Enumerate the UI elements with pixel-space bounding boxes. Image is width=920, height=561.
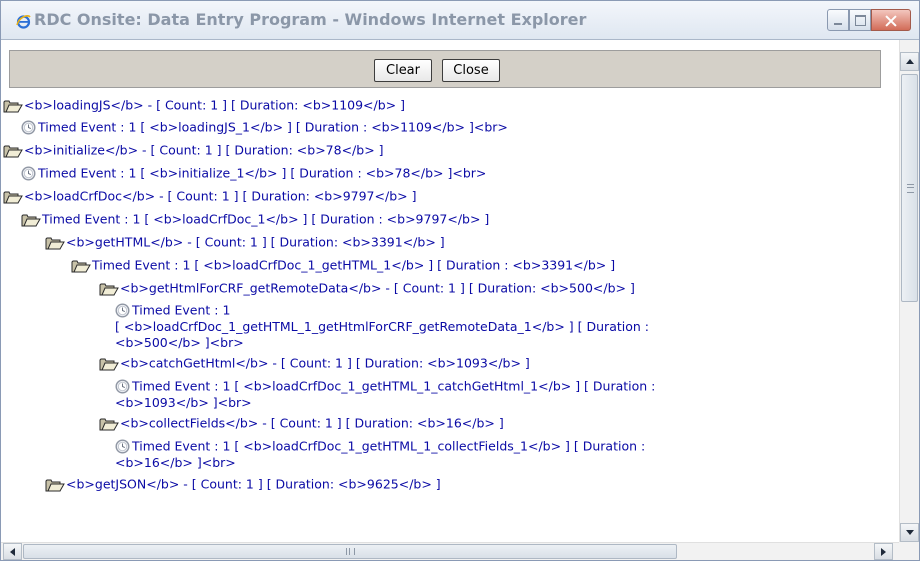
scroll-corner [899, 542, 919, 560]
folder-open-icon [3, 99, 23, 113]
scroll-down-button[interactable] [900, 523, 919, 542]
scroll-left-button[interactable] [3, 543, 22, 560]
folder-open-icon [45, 236, 65, 250]
close-window-button[interactable] [871, 9, 911, 31]
folder-open-icon [3, 190, 23, 204]
vertical-scrollbar[interactable] [899, 40, 919, 542]
log-entry: Timed Event : 1 [ <b>loadCrfDoc_1</b> ] … [21, 208, 489, 230]
grip-icon [907, 184, 914, 193]
close-button[interactable]: Close [442, 59, 500, 82]
log-entry-continuation: <b>500</b> ]<br> [115, 335, 244, 350]
minimize-button[interactable] [827, 9, 849, 31]
log-entry: Timed Event : 1 [ <b>loadCrfDoc_1_getHTM… [115, 375, 655, 397]
log-entry: <b>loadCrfDoc</b> - [ Count: 1 ] [ Durat… [3, 185, 416, 207]
ie-icon [16, 14, 31, 29]
page-content: Clear Close <b>loadingJS</b> - [ Count: … [1, 40, 899, 542]
log-entry: Timed Event : 1 [ <b>loadingJS_1</b> ] [… [21, 116, 508, 138]
folder-open-icon [99, 417, 119, 431]
folder-open-icon [99, 357, 119, 371]
log-entry: <b>initialize</b> - [ Count: 1 ] [ Durat… [3, 139, 384, 161]
clock-icon [115, 439, 130, 454]
folder-open-icon [3, 144, 23, 158]
clock-icon [21, 120, 36, 135]
clock-icon [21, 166, 36, 181]
log-entry: Timed Event : 1 [115, 299, 230, 321]
log-entry: <b>getJSON</b> - [ Count: 1 ] [ Duration… [45, 473, 441, 495]
log-entry: Timed Event : 1 [ <b>loadCrfDoc_1_getHTM… [71, 254, 615, 276]
horizontal-scroll-thumb[interactable] [23, 544, 677, 559]
arrow-left-icon [10, 548, 15, 556]
log-entry: <b>loadingJS</b> - [ Count: 1 ] [ Durati… [3, 94, 405, 116]
vertical-scroll-thumb[interactable] [901, 74, 918, 302]
log-entry: Timed Event : 1 [ <b>initialize_1</b> ] … [21, 162, 486, 184]
arrow-down-icon [906, 530, 914, 535]
browser-window: RDC Onsite: Data Entry Program - Windows… [0, 0, 920, 561]
maximize-button[interactable] [849, 9, 871, 31]
title-bar[interactable]: RDC Onsite: Data Entry Program - Windows… [1, 1, 919, 40]
grip-icon [346, 548, 355, 555]
clock-icon [115, 379, 130, 394]
log-entry-continuation: <b>16</b> ]<br> [115, 455, 236, 470]
log-entry-continuation: [ <b>loadCrfDoc_1_getHTML_1_getHtmlForCR… [115, 319, 649, 334]
log-entry-continuation: <b>1093</b> ]<br> [115, 395, 252, 410]
log-entry: <b>getHTML</b> - [ Count: 1 ] [ Duration… [45, 231, 445, 253]
scroll-right-button[interactable] [874, 543, 893, 560]
button-bar: Clear Close [9, 50, 881, 88]
window-title: RDC Onsite: Data Entry Program - Windows… [34, 10, 587, 29]
folder-open-icon [71, 259, 91, 273]
folder-open-icon [21, 213, 41, 227]
folder-open-icon [99, 282, 119, 296]
log-entry: <b>getHtmlForCRF_getRemoteData</b> - [ C… [99, 277, 635, 299]
folder-open-icon [45, 478, 65, 492]
arrow-up-icon [906, 59, 914, 64]
horizontal-scrollbar[interactable] [1, 542, 899, 560]
clear-button[interactable]: Clear [374, 59, 432, 82]
clock-icon [115, 303, 130, 318]
scroll-up-button[interactable] [900, 52, 919, 71]
log-entry: Timed Event : 1 [ <b>loadCrfDoc_1_getHTM… [115, 435, 645, 457]
log-entry: <b>catchGetHtml</b> - [ Count: 1 ] [ Dur… [99, 352, 530, 374]
arrow-right-icon [881, 548, 886, 556]
log-entry: <b>collectFields</b> - [ Count: 1 ] [ Du… [99, 412, 504, 434]
